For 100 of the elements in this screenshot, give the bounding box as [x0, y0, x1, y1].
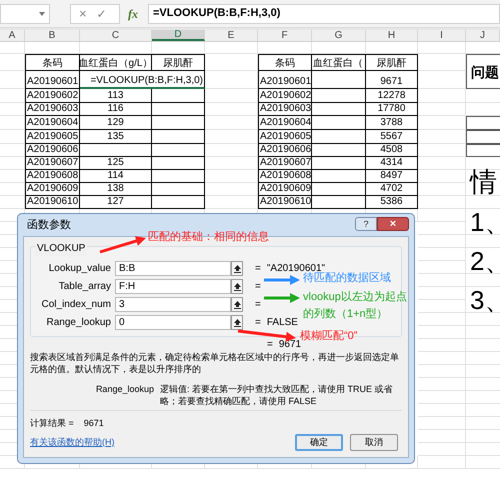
argument-field[interactable]: 0	[115, 315, 231, 330]
annotation-arrow	[238, 330, 296, 342]
sheet-cell	[0, 116, 25, 130]
sheet-cell	[152, 170, 205, 183]
column-header[interactable]: G	[312, 30, 366, 41]
column-header[interactable]: D	[152, 30, 205, 41]
column-header[interactable]: H	[366, 30, 418, 41]
sheet-cell: A20190607	[25, 157, 80, 170]
sheet-cell	[312, 130, 366, 144]
sheet-cell: A20190609	[258, 183, 312, 196]
sheet-cell: A20190608	[258, 170, 312, 183]
sheet-cell	[418, 209, 466, 222]
sheet-cell: 条码	[25, 54, 80, 71]
sheet-cell	[312, 170, 366, 183]
sheet-cell	[312, 89, 366, 103]
collapse-button[interactable]	[231, 261, 243, 276]
collapse-button[interactable]	[231, 297, 243, 312]
collapse-button[interactable]	[231, 315, 243, 330]
argument-help-text: 逻辑值: 若要在第一列中查找大致匹配，请使用 TRUE 或省略；若要查找精确匹配，请使用 FALSE	[160, 383, 394, 407]
sheet-cell	[312, 183, 366, 196]
close-button[interactable]: ×	[377, 217, 409, 231]
help-button[interactable]: ?	[355, 217, 377, 231]
insert-function-button[interactable]: fx	[128, 4, 138, 22]
equals-sign: =	[255, 280, 261, 294]
column-header[interactable]: F	[258, 30, 312, 41]
sheet-cell	[205, 170, 258, 183]
help-link[interactable]: 有关该函数的帮助(H)	[30, 436, 114, 449]
equals-sign: =	[255, 316, 261, 330]
sheet-cell	[418, 183, 466, 196]
sheet-cell	[205, 144, 258, 157]
enter-button[interactable]: ✓	[96, 8, 107, 20]
sheet-cell	[205, 183, 258, 196]
sheet-cell: A20190606	[25, 144, 80, 157]
sheet-cell: 114	[80, 170, 152, 183]
upload-arrow-icon	[234, 264, 240, 272]
sheet-cell: 5567	[366, 130, 418, 144]
argument-field[interactable]: B:B	[115, 261, 231, 276]
argument-label: Table_array	[58, 280, 112, 294]
sheet-cell: 尿肌酐	[366, 54, 418, 71]
equals-sign: =	[255, 262, 261, 276]
argument-help-name: Range_lookup	[94, 383, 155, 396]
sheet-cell	[0, 144, 25, 157]
sheet-cell: A20190610	[258, 196, 312, 209]
sheet-cell	[466, 130, 500, 144]
column-header[interactable]: J	[466, 30, 500, 41]
cancel-button[interactable]: ×	[79, 7, 87, 20]
argument-field[interactable]: 3	[115, 297, 231, 312]
sheet-cell	[205, 157, 258, 170]
annotation-text: 待匹配的数据区域	[303, 272, 391, 286]
sheet-cell: 127	[80, 196, 152, 209]
sheet-cell	[418, 116, 466, 130]
upload-arrow-icon	[234, 282, 240, 290]
sheet-cell	[418, 54, 466, 71]
sheet-cell: 条码	[258, 54, 312, 71]
sheet-cell	[0, 157, 25, 170]
sheet-cell: A20190603	[25, 103, 80, 116]
sheet-cell	[205, 42, 258, 54]
argument-result: FALSE	[266, 316, 298, 330]
sheet-cell	[418, 300, 466, 313]
sheet-cell	[152, 183, 205, 196]
sheet-cell	[418, 430, 466, 443]
sheet-cell	[418, 287, 466, 300]
sheet-cell: A20190605	[258, 130, 312, 144]
sheet-cell: 4702	[366, 183, 418, 196]
sheet-cell	[152, 157, 205, 170]
sheet-cell: 血红蛋白（	[312, 54, 366, 71]
sheet-cell	[418, 42, 466, 54]
sheet-cell	[418, 443, 466, 456]
annotation-arrow	[264, 275, 300, 285]
sheet-cell: 4508	[366, 144, 418, 157]
dialog-button[interactable]: 确定	[295, 434, 343, 451]
sheet-cell: 3788	[366, 116, 418, 130]
column-header[interactable]: B	[25, 30, 80, 41]
sheet-cell	[418, 391, 466, 404]
sheet-cell	[466, 116, 500, 130]
column-header[interactable]: E	[205, 30, 258, 41]
formula-cell[interactable]: =VLOOKUP(B:B,F:H,3,0)	[80, 71, 205, 89]
side-note: 情	[466, 170, 500, 196]
sheet-cell	[312, 42, 366, 54]
argument-field[interactable]: F:H	[115, 279, 231, 294]
sheet-cell	[418, 352, 466, 365]
sheet-cell	[152, 196, 205, 209]
sheet-cell	[205, 89, 258, 103]
sheet-cell: A20190609	[25, 183, 80, 196]
upload-arrow-icon	[234, 300, 240, 308]
upload-arrow-icon	[234, 318, 240, 326]
equals-sign: =	[255, 298, 261, 312]
sheet-cell	[0, 103, 25, 116]
sheet-cell	[205, 116, 258, 130]
dialog-title: 函数参数	[27, 218, 71, 233]
dialog-button[interactable]: 取消	[350, 434, 398, 451]
sheet-cell	[312, 196, 366, 209]
sheet-cell	[258, 42, 312, 54]
collapse-button[interactable]	[231, 279, 243, 294]
formula-field[interactable]: =VLOOKUP(B:B,F:H,3,0)	[148, 4, 500, 24]
column-header[interactable]: A	[0, 30, 25, 41]
sheet-cell	[205, 71, 258, 89]
column-header[interactable]: I	[418, 30, 466, 41]
sheet-cell	[466, 144, 500, 157]
sheet-cell	[205, 130, 258, 144]
